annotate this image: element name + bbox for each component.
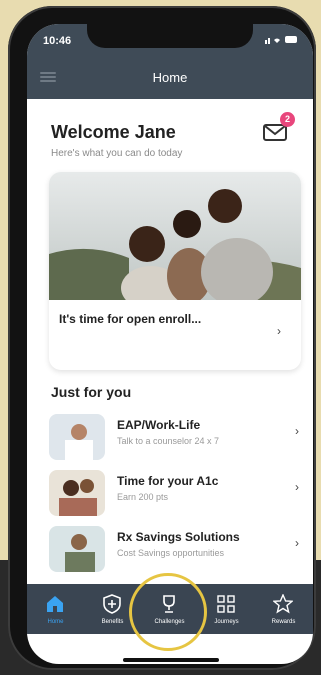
list-item-subtitle: Cost Savings opportunities: [117, 548, 225, 558]
list-item-title: EAP/Work-Life: [117, 418, 201, 432]
signal-wifi-battery-icon: [265, 36, 297, 44]
chevron-right-icon: ›: [295, 424, 299, 438]
list-item-title: Time for your A1c: [117, 474, 219, 488]
notification-badge: 2: [280, 112, 295, 127]
phone-frame: 10:46 Home Welcome Jane Here's what you …: [8, 6, 316, 670]
banner-title: It's time for open enroll...: [59, 312, 202, 326]
list-item[interactable]: Rx Savings Solutions Cost Savings opport…: [49, 526, 309, 576]
list-item-title: Rx Savings Solutions: [117, 530, 240, 544]
rx-thumbnail: [49, 526, 105, 572]
challenges-highlight-circle: [129, 573, 207, 651]
list-item-subtitle: Talk to a counselor 24 x 7: [117, 436, 220, 446]
chevron-right-icon: ›: [277, 324, 281, 338]
home-icon: [47, 596, 63, 612]
page-title: Home: [152, 70, 188, 85]
status-time: 10:46: [43, 35, 72, 47]
open-enrollment-card[interactable]: It's time for open enroll... ›: [49, 172, 301, 370]
shield-plus-icon: [103, 594, 121, 614]
section-title: Just for you: [51, 384, 132, 400]
star-icon: [273, 594, 293, 614]
family-photo: [49, 172, 301, 300]
tab-label: Rewards: [271, 619, 296, 625]
phone-screen: 10:46 Home Welcome Jane Here's what you …: [27, 24, 313, 664]
chevron-right-icon: ›: [295, 480, 299, 494]
status-icons: [265, 34, 299, 47]
welcome-subtitle: Here's what you can do today: [51, 148, 183, 159]
list-item[interactable]: Time for your A1c Earn 200 pts ›: [49, 470, 309, 520]
list-item-subtitle: Earn 200 pts: [117, 492, 169, 502]
eap-thumbnail: [49, 414, 105, 460]
tab-home[interactable]: Home: [27, 584, 84, 634]
tab-label: Journeys: [214, 619, 239, 625]
list-item[interactable]: EAP/Work-Life Talk to a counselor 24 x 7…: [49, 414, 309, 464]
notch: [87, 24, 253, 48]
top-bar: 10:46 Home: [27, 24, 313, 99]
tab-rewards[interactable]: Rewards: [255, 584, 312, 634]
home-indicator[interactable]: [123, 658, 219, 662]
a1c-thumbnail: [49, 470, 105, 516]
chevron-right-icon: ›: [295, 536, 299, 550]
grid-icon: [217, 595, 235, 613]
welcome-title: Welcome Jane: [51, 122, 176, 142]
tab-label: Home: [47, 619, 64, 625]
